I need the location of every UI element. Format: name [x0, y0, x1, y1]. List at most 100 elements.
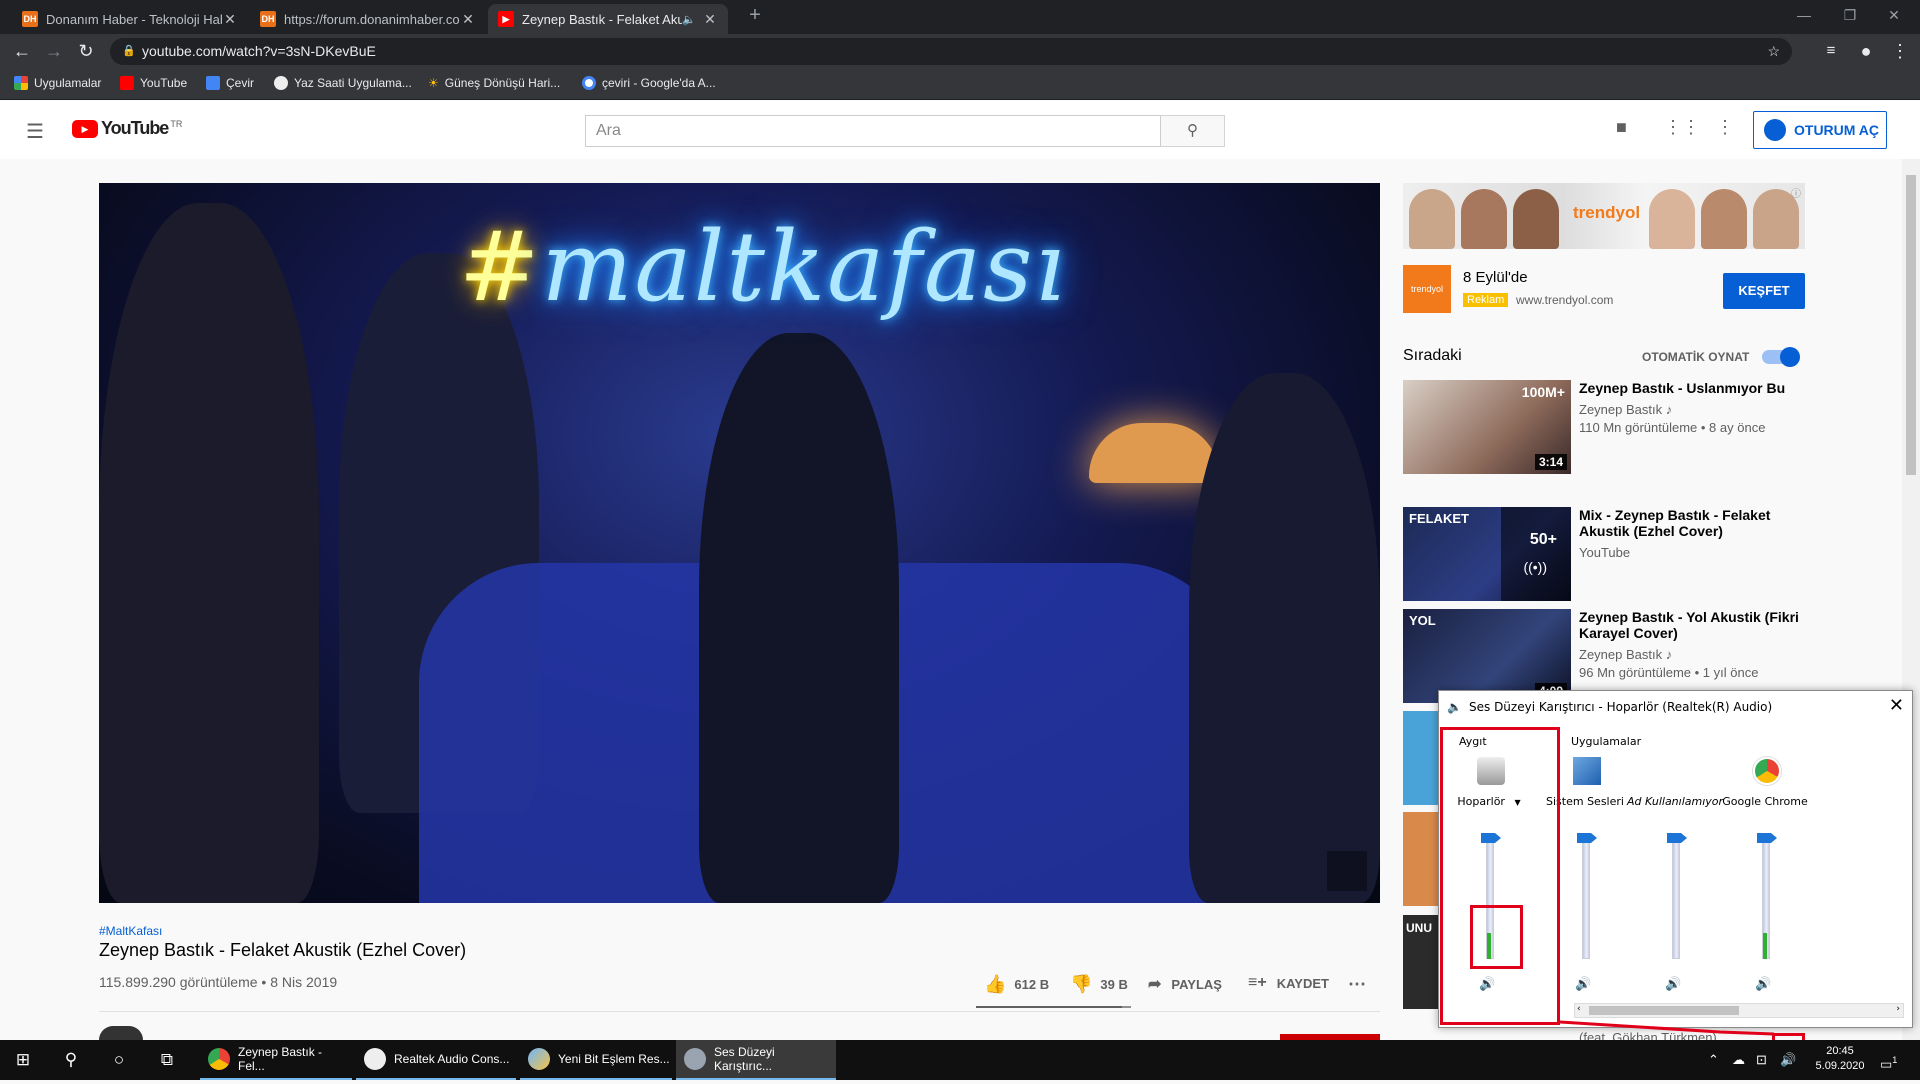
browser-tab[interactable]: DH Donanım Haber - Teknoloji Habe ✕ — [12, 4, 248, 34]
media-control-icon[interactable]: ≡ — [1817, 38, 1845, 64]
hamburger-menu-icon[interactable]: ☰ — [26, 119, 44, 144]
annotation-box — [1440, 727, 1560, 1025]
volume-icon[interactable]: 🔊 — [1780, 1040, 1796, 1080]
recommendation-item[interactable]: YOL 4:09 Zeynep Bastık - Yol Akustik (Fi… — [1403, 609, 1805, 703]
rec-title: Zeynep Bastık - Yol Akustik (Fikri Karay… — [1579, 609, 1799, 641]
bookmark-dst[interactable]: Yaz Saati Uygulama... — [274, 76, 412, 90]
tray-chevron-icon[interactable]: ⌃ — [1708, 1040, 1719, 1080]
save-label: KAYDET — [1276, 975, 1329, 991]
taskbar-app-realtek[interactable]: Realtek Audio Cons... — [356, 1040, 516, 1080]
back-arrow-icon[interactable]: ← — [8, 38, 36, 64]
volume-slider-track[interactable] — [1672, 841, 1680, 959]
bookmark-translate[interactable]: Çevir — [206, 76, 254, 90]
cortana-icon[interactable]: ○ — [96, 1040, 142, 1080]
mute-speaker-icon[interactable]: 🔊 — [1575, 977, 1591, 992]
video-thumbnail[interactable]: UNU — [1403, 915, 1438, 1009]
ad-cta-button[interactable]: KEŞFET — [1723, 273, 1805, 309]
views-badge: 100M+ — [1521, 384, 1565, 400]
bookmark-apps[interactable]: Uygulamalar — [14, 76, 101, 90]
recommendation-item[interactable]: 100M+ 3:14 Zeynep Bastık - Uslanmıyor Bu… — [1403, 380, 1805, 474]
volume-slider-thumb[interactable] — [1577, 833, 1597, 843]
channel-avatar[interactable] — [99, 1026, 143, 1040]
search-icon[interactable]: ⚲ — [48, 1040, 94, 1080]
volume-slider-track[interactable] — [1582, 841, 1590, 959]
apps-grid-icon[interactable]: ⋮⋮ — [1664, 117, 1700, 138]
mute-speaker-icon[interactable]: 🔊 — [1665, 977, 1681, 992]
ad-banner[interactable]: trendyol ⓘ — [1403, 183, 1805, 249]
logo-region: TR — [170, 118, 183, 129]
taskbar-app-mixer[interactable]: Ses Düzeyi Karıştırıc... — [676, 1040, 836, 1080]
browser-tab[interactable]: DH https://forum.donanimhaber.con ✕ — [250, 4, 486, 34]
mute-speaker-icon[interactable]: 🔊 — [1755, 977, 1771, 992]
like-ratio-fill — [976, 1006, 1122, 1008]
video-player[interactable]: #maltkafası — [99, 183, 1380, 903]
signin-label: OTURUM AÇ — [1794, 122, 1880, 138]
close-window-button[interactable]: ✕ — [1874, 4, 1914, 26]
forward-arrow-icon[interactable]: → — [40, 38, 68, 64]
mixer-channel-unavailable: Ad Kullanılamıyor 🔊 — [1625, 751, 1725, 992]
mix-overlay — [1501, 507, 1571, 601]
bookmark-google[interactable]: çeviri - Google'da A... — [582, 76, 716, 90]
address-bar[interactable]: 🔒 youtube.com/watch?v=3sN-DKevBuE ☆ — [110, 38, 1792, 65]
bookmark-sun[interactable]: ☀ Güneş Dönüşü Hari... — [428, 76, 560, 90]
new-tab-button[interactable]: + — [735, 4, 775, 26]
channel-watermark-icon[interactable] — [1327, 851, 1367, 891]
bookmark-youtube[interactable]: YouTube — [120, 76, 187, 90]
account-icon — [1764, 119, 1786, 141]
more-actions-icon[interactable]: ⋯ — [1348, 974, 1366, 995]
taskbar-app-chrome[interactable]: Zeynep Bastık - Fel... — [200, 1040, 352, 1080]
rec-meta: 96 Mn görüntüleme • 1 yıl önce — [1579, 665, 1759, 680]
close-icon[interactable]: ✕ — [1889, 695, 1904, 716]
like-button[interactable]: 👍 612 B — [984, 974, 1049, 995]
autoplay-toggle[interactable] — [1762, 347, 1800, 367]
recommendation-item[interactable]: FELAKET 50+ ((•)) Mix - Zeynep Bastık - … — [1403, 507, 1805, 601]
signin-button[interactable]: OTURUM AÇ — [1753, 111, 1887, 149]
close-tab-icon[interactable]: ✕ — [222, 11, 238, 28]
toggle-knob — [1780, 347, 1800, 367]
video-thumbnail[interactable] — [1403, 711, 1438, 805]
youtube-header: ☰ ▶ YouTube TR Ara ⚲ ■ ⋮⋮ ⋮ OTURUM AÇ — [0, 101, 1920, 159]
profile-icon[interactable]: ● — [1852, 38, 1880, 64]
system-clock[interactable]: 20:45 5.09.2020 — [1810, 1044, 1870, 1074]
rec-channel: YouTube — [1579, 545, 1631, 560]
bookmark-star-icon[interactable]: ☆ — [1767, 38, 1780, 65]
onedrive-icon[interactable]: ☁ — [1732, 1040, 1745, 1080]
tab-audio-icon[interactable]: 🔈 — [682, 13, 696, 26]
youtube-logo[interactable]: ▶ YouTube TR — [72, 118, 182, 139]
action-center-icon[interactable]: ▭1 — [1880, 1040, 1897, 1080]
restore-button[interactable]: ❐ — [1830, 4, 1870, 26]
share-label: PAYLAŞ — [1171, 976, 1222, 992]
scroll-right-icon[interactable]: › — [1896, 1004, 1900, 1014]
search-input[interactable]: Ara — [585, 115, 1161, 147]
notification-count: 1 — [1892, 1055, 1898, 1065]
menu-dots-icon[interactable]: ⋮ — [1886, 38, 1914, 64]
system-sounds-icon — [1573, 757, 1601, 785]
taskbar-app-label: Realtek Audio Cons... — [394, 1052, 510, 1066]
close-tab-icon[interactable]: ✕ — [460, 11, 476, 28]
volume-slider-thumb[interactable] — [1757, 833, 1777, 843]
video-title: Zeynep Bastık - Felaket Akustik (Ezhel C… — [99, 940, 467, 960]
windows-taskbar: ⊞ ⚲ ○ ⧉ Zeynep Bastık - Fel... Realtek A… — [0, 1040, 1920, 1080]
paint-icon — [528, 1048, 550, 1070]
network-icon[interactable]: ⊡ — [1756, 1040, 1767, 1080]
reload-icon[interactable]: ↻ — [72, 38, 100, 64]
windows-start-icon[interactable]: ⊞ — [0, 1040, 46, 1080]
settings-dots-icon[interactable]: ⋮ — [1716, 117, 1734, 138]
share-button[interactable]: ➦ PAYLAŞ — [1148, 974, 1222, 994]
task-view-icon[interactable]: ⧉ — [144, 1040, 190, 1080]
scrollbar-thumb[interactable] — [1906, 175, 1916, 475]
ad-badge: Reklam — [1463, 293, 1509, 307]
close-tab-icon[interactable]: ✕ — [702, 11, 718, 28]
dislike-button[interactable]: 👎 39 B — [1070, 974, 1128, 995]
minimize-button[interactable]: — — [1784, 4, 1824, 26]
taskbar-app-paint[interactable]: Yeni Bit Eşlem Res... — [520, 1040, 672, 1080]
create-video-icon[interactable]: ■ — [1616, 117, 1627, 138]
bookmark-label: YouTube — [140, 76, 188, 90]
save-button[interactable]: ≡+ KAYDET — [1248, 974, 1329, 992]
search-button[interactable]: ⚲ — [1161, 115, 1225, 147]
ad-info-icon[interactable]: ⓘ — [1791, 185, 1801, 200]
video-thumbnail[interactable] — [1403, 812, 1438, 906]
volume-slider-thumb[interactable] — [1667, 833, 1687, 843]
video-hashtag[interactable]: #MaltKafası — [99, 924, 162, 938]
browser-tab-active[interactable]: ▶ Zeynep Bastık - Felaket Akusti 🔈 ✕ — [488, 4, 728, 34]
